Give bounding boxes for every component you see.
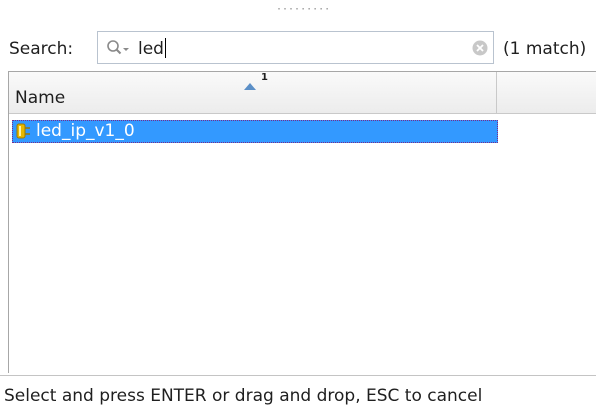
search-input[interactable]: led [97, 31, 494, 64]
resize-grip[interactable]: ········· [276, 5, 330, 15]
sort-ascending-icon [244, 75, 256, 90]
results-table: 1 Name led_ip_v1_0 [8, 71, 596, 373]
ip-search-popup: ········· Search: led (1 match) 1 Name l… [0, 0, 596, 410]
column-header-name[interactable]: 1 Name [9, 72, 497, 114]
search-value: led [138, 38, 166, 59]
search-icon[interactable] [106, 39, 130, 57]
search-label: Search: [9, 39, 74, 59]
header-filler [497, 72, 596, 114]
status-text: Select and press ENTER or drag and drop,… [4, 386, 483, 406]
table-row[interactable]: led_ip_v1_0 [12, 120, 498, 143]
match-count: (1 match) [503, 39, 587, 59]
row-label: led_ip_v1_0 [36, 121, 135, 141]
search-row: Search: led (1 match) [0, 28, 596, 68]
clear-search-icon[interactable] [472, 40, 488, 56]
column-header-label: Name [15, 88, 66, 108]
sort-index: 1 [261, 72, 268, 83]
status-bar: Select and press ENTER or drag and drop,… [0, 375, 596, 410]
ip-core-icon [15, 123, 31, 139]
